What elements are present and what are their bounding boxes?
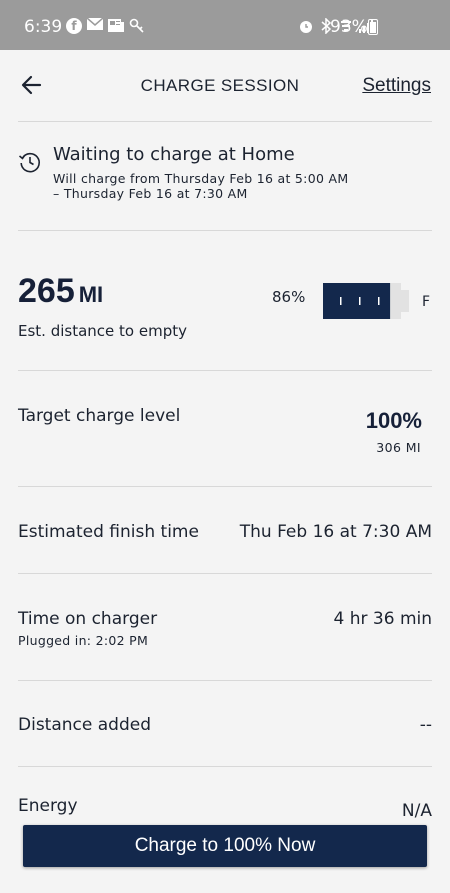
divider (18, 121, 432, 122)
battery-gauge (323, 283, 409, 319)
charge-now-button[interactable]: Charge to 100% Now (23, 825, 427, 867)
alarm-icon (298, 18, 314, 34)
settings-link[interactable]: Settings (362, 75, 431, 97)
plugged-in-time: Plugged in: 2:02 PM (18, 633, 149, 648)
time-on-charger-value: 4 hr 36 min (333, 609, 432, 629)
time-on-charger-label: Time on charger (18, 609, 158, 629)
target-charge-percent[interactable]: 100% (366, 408, 422, 434)
clock-history-icon (18, 152, 40, 173)
divider (18, 680, 432, 681)
waiting-title: Waiting to charge at Home (53, 144, 295, 165)
range-unit: MI (78, 282, 104, 307)
range-number: 265 (18, 272, 75, 310)
battery-charging-icon (368, 19, 378, 35)
battery-gauge-tip (401, 290, 409, 312)
key-icon (129, 18, 145, 34)
app-header: CHARGE SESSION Settings (0, 50, 450, 120)
schedule-start: Will charge from Thursday Feb 16 at 5:00… (53, 171, 349, 186)
mail-icon (86, 17, 104, 34)
distance-added-value: -- (419, 715, 432, 735)
divider (18, 486, 432, 487)
status-time: 6:39 (24, 17, 63, 37)
finish-time-value: Thu Feb 16 at 7:30 AM (239, 522, 432, 542)
status-battery-percent: 93% (330, 17, 368, 37)
battery-percent: 86% (272, 288, 306, 306)
range-value: 265 MI (18, 272, 103, 311)
schedule-end: – Thursday Feb 16 at 7:30 AM (53, 186, 248, 201)
news-icon (108, 18, 124, 34)
divider (18, 370, 432, 371)
divider (18, 573, 432, 574)
battery-full-label: F (422, 294, 431, 310)
energy-label: Energy (18, 796, 78, 816)
range-label: Est. distance to empty (18, 322, 187, 340)
waiting-schedule: Will charge from Thursday Feb 16 at 5:00… (53, 171, 348, 201)
target-charge-label: Target charge level (18, 406, 181, 426)
facebook-icon: f (66, 18, 82, 34)
divider (18, 766, 432, 767)
energy-value: N/A (401, 801, 432, 821)
target-charge-miles: 306 MI (376, 440, 421, 455)
battery-gauge-fill (323, 283, 391, 319)
status-icons-left: f (66, 17, 145, 34)
divider (18, 230, 432, 231)
status-bar: 6:39 f 93% (0, 0, 450, 50)
distance-added-label: Distance added (18, 715, 151, 735)
finish-time-label: Estimated finish time (18, 522, 199, 542)
